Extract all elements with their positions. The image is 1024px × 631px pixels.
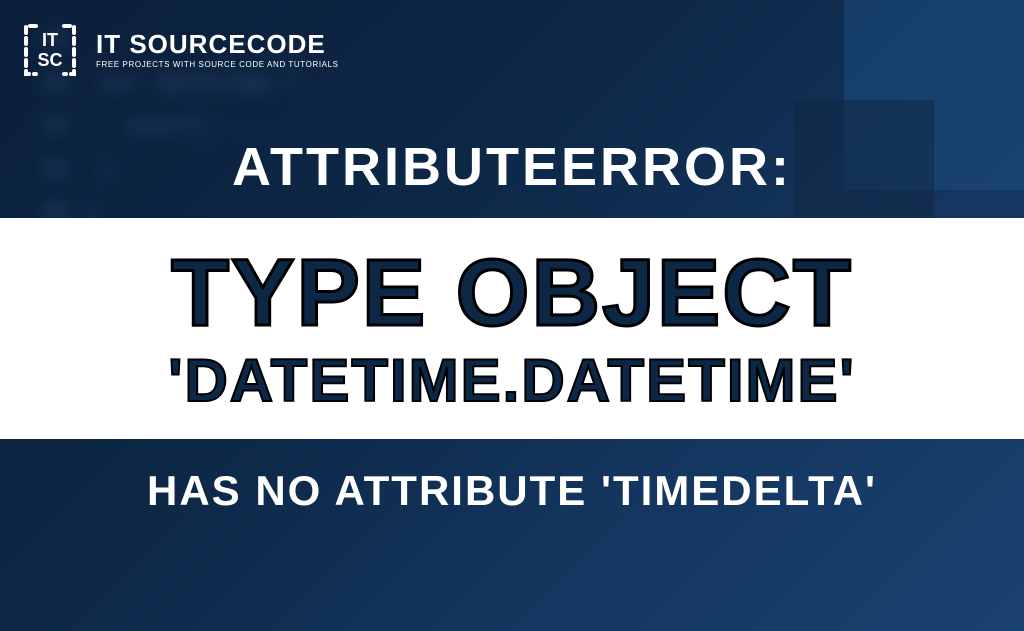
logo-title: IT SOURCECODE	[96, 31, 339, 57]
logo-area: IT SC IT SOURCECODE FREE PROJECTS WITH S…	[18, 18, 339, 82]
band-line-datetime: 'DATETIME.DATETIME'	[168, 351, 856, 411]
logo-text-group: IT SOURCECODE FREE PROJECTS WITH SOURCE …	[96, 31, 339, 69]
svg-text:IT: IT	[42, 30, 58, 50]
svg-text:SC: SC	[37, 50, 62, 70]
band-line-type-object: TYPE OBJECT	[171, 246, 853, 341]
heading-no-attribute: HAS NO ATTRIBUTE 'TIMEDELTA'	[147, 467, 877, 515]
logo-tagline: FREE PROJECTS WITH SOURCE CODE AND TUTOR…	[96, 60, 339, 69]
white-band: TYPE OBJECT 'DATETIME.DATETIME'	[0, 218, 1024, 439]
heading-attribute-error: ATTRIBUTEERROR:	[232, 136, 792, 198]
logo-icon: IT SC	[18, 18, 82, 82]
main-content: ATTRIBUTEERROR: TYPE OBJECT 'DATETIME.DA…	[0, 0, 1024, 631]
